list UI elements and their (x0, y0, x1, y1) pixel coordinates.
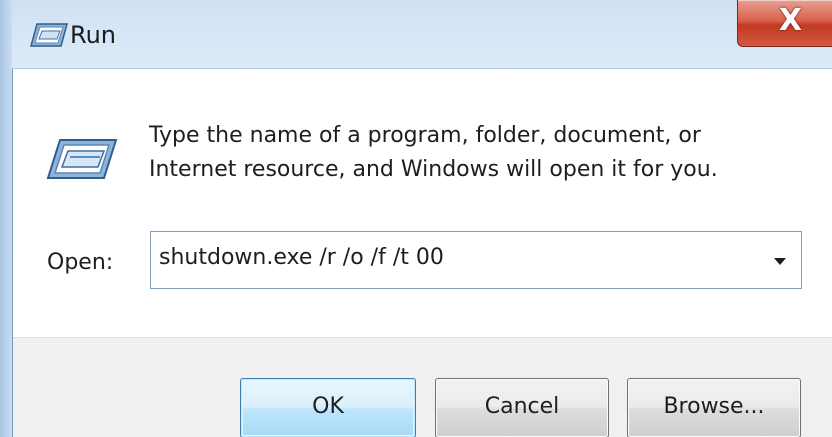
run-icon (46, 137, 118, 181)
run-dialog: Run X Type the name of a program, folder… (0, 0, 832, 437)
cancel-button[interactable]: Cancel (435, 378, 609, 437)
ok-button[interactable]: OK (240, 378, 416, 437)
window-title: Run (70, 21, 117, 49)
open-input[interactable] (159, 240, 749, 274)
description-line-2: Internet resource, and Windows will open… (149, 157, 718, 182)
open-combobox[interactable] (150, 231, 802, 289)
run-icon (30, 22, 68, 48)
close-button[interactable]: X (737, 0, 832, 47)
title-bar[interactable]: Run X (12, 0, 832, 69)
close-icon: X (778, 3, 803, 38)
description-line-1: Type the name of a program, folder, docu… (149, 123, 701, 148)
description-text: Type the name of a program, folder, docu… (149, 119, 829, 187)
open-label: Open: (47, 250, 114, 275)
browse-button[interactable]: Browse... (627, 378, 801, 437)
button-bar: OK Cancel Browse... (13, 337, 832, 437)
dialog-content: Type the name of a program, folder, docu… (13, 69, 832, 337)
chevron-down-icon[interactable] (769, 251, 791, 271)
